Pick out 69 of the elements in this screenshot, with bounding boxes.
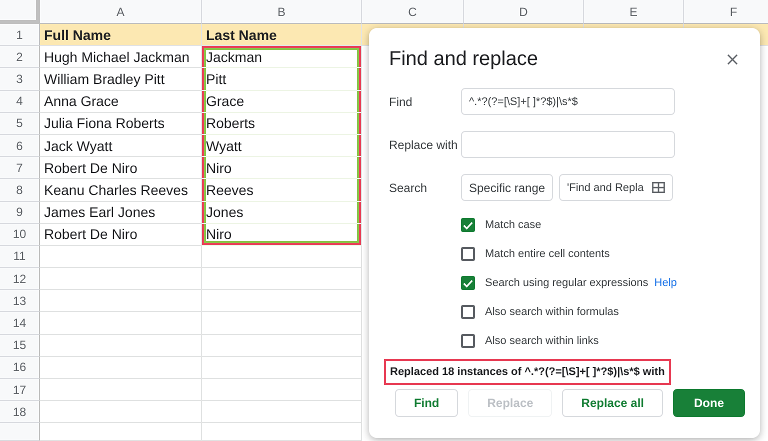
row-number[interactable]: 10 bbox=[0, 224, 40, 246]
row-number[interactable]: 9 bbox=[0, 202, 40, 224]
table-cell: Keanu Charles Reeves bbox=[40, 179, 202, 202]
row-number[interactable]: 17 bbox=[0, 379, 40, 402]
checkbox[interactable] bbox=[461, 218, 475, 232]
table-cell: Robert De Niro bbox=[40, 224, 202, 246]
status-message: Replaced 18 instances of ^.*?(?=[\S]+[ ]*?$)|\s*$ with bbox=[384, 359, 671, 385]
table-cell: Wyatt bbox=[202, 134, 362, 158]
table-cell: Full Name bbox=[40, 24, 202, 46]
table-cell: Last Name bbox=[202, 24, 362, 46]
row-number[interactable]: 1 bbox=[0, 24, 40, 46]
table-cell: Julia Fiona Roberts bbox=[40, 112, 202, 135]
row-number[interactable]: 5 bbox=[0, 112, 40, 135]
input-field[interactable] bbox=[461, 131, 675, 158]
row-number[interactable]: 15 bbox=[0, 334, 40, 357]
table-cell: Jackman bbox=[202, 46, 362, 68]
row-number[interactable]: 18 bbox=[0, 401, 40, 424]
checkbox-label[interactable]: Match case bbox=[485, 219, 542, 231]
action-button[interactable]: Find bbox=[394, 389, 458, 417]
table-cell: Robert De Niro bbox=[40, 157, 202, 180]
action-button[interactable]: Replace all bbox=[562, 389, 663, 417]
table-cell: Jones bbox=[202, 202, 362, 224]
column-header[interactable]: C bbox=[362, 0, 464, 24]
row-number[interactable]: 8 bbox=[0, 179, 40, 202]
checkbox-label[interactable]: Also search within formulas bbox=[485, 306, 619, 318]
row-number[interactable]: 4 bbox=[0, 90, 40, 113]
table-cell: William Bradley Pitt bbox=[40, 68, 202, 91]
table-cell: Anna Grace bbox=[40, 90, 202, 113]
field-label: Search bbox=[389, 180, 428, 194]
checkbox[interactable] bbox=[461, 305, 475, 319]
row-number[interactable]: 7 bbox=[0, 157, 40, 180]
row-number[interactable]: 3 bbox=[0, 68, 40, 91]
help-link[interactable]: Help bbox=[654, 277, 677, 289]
table-cell: Jack Wyatt bbox=[40, 134, 202, 158]
table-cell: Hugh Michael Jackman bbox=[40, 46, 202, 68]
grid-icon[interactable] bbox=[652, 182, 665, 193]
table-cell: Reeves bbox=[202, 179, 362, 202]
row-number[interactable]: 13 bbox=[0, 290, 40, 312]
checkbox[interactable] bbox=[461, 334, 475, 348]
checkbox-label[interactable]: Also search within links bbox=[485, 335, 599, 347]
checkbox[interactable] bbox=[461, 247, 475, 261]
column-header[interactable]: D bbox=[464, 0, 584, 24]
row-number[interactable]: 2 bbox=[0, 46, 40, 68]
input-field[interactable]: ^.*?(?=[\S]+[ ]*?$)|\s*$ bbox=[461, 88, 675, 115]
range-field[interactable]: 'Find and Repla bbox=[559, 174, 673, 201]
column-header[interactable]: B bbox=[202, 0, 362, 24]
row-number[interactable]: 14 bbox=[0, 312, 40, 335]
field-label: Replace with bbox=[389, 138, 455, 152]
table-cell: Grace bbox=[202, 90, 362, 113]
column-header[interactable]: A bbox=[40, 0, 202, 24]
checkbox-label[interactable]: Search using regular expressions bbox=[485, 277, 648, 289]
table-cell: Niro bbox=[202, 157, 362, 180]
dialog-title: Find and replace bbox=[389, 48, 538, 70]
close-icon[interactable] bbox=[727, 54, 738, 64]
row-number[interactable]: 11 bbox=[0, 246, 40, 268]
table-cell: James Earl Jones bbox=[40, 202, 202, 224]
table-cell: Pitt bbox=[202, 68, 362, 91]
column-header[interactable]: F bbox=[684, 0, 768, 24]
row-number[interactable]: 6 bbox=[0, 134, 40, 158]
table-cell: Roberts bbox=[202, 112, 362, 135]
dropdown[interactable]: Specific range bbox=[461, 174, 553, 201]
column-header[interactable]: E bbox=[584, 0, 684, 24]
done-button[interactable]: Done bbox=[673, 389, 745, 417]
table-cell: Niro bbox=[202, 224, 362, 246]
field-label: Find bbox=[389, 94, 414, 108]
checkbox-label[interactable]: Match entire cell contents bbox=[485, 248, 610, 260]
row-number[interactable]: 12 bbox=[0, 268, 40, 290]
checkbox[interactable] bbox=[461, 276, 475, 290]
row-number[interactable]: 16 bbox=[0, 356, 40, 379]
